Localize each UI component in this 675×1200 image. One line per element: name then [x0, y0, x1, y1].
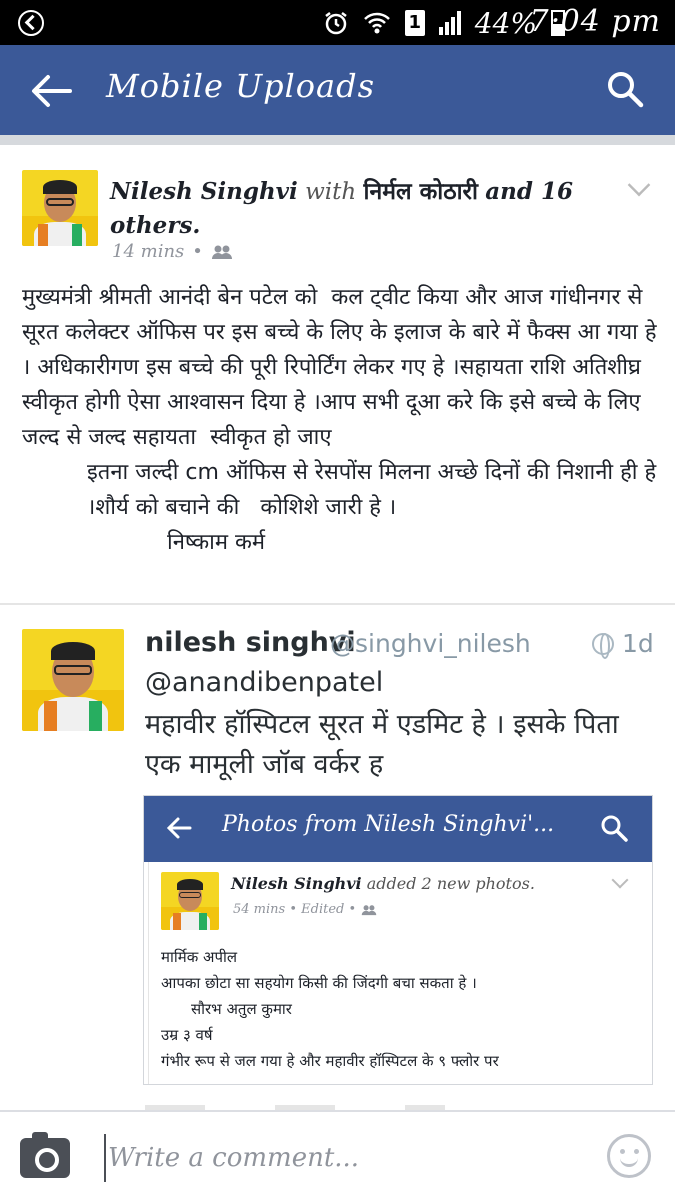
nested-action: added 2 new photos.	[366, 874, 535, 893]
tweet-avatar	[22, 629, 124, 731]
nested-post: Nilesh Singhvi added 2 new photos. 54 mi…	[148, 862, 648, 1084]
nested-screenshot: Photos from Nilesh Singhvi'... Nilesh Si…	[143, 795, 653, 1085]
nested-author: Nilesh Singhvi	[231, 874, 362, 893]
post-author[interactable]: Nilesh Singhvi	[110, 178, 298, 205]
tweet-age: 1d	[622, 629, 654, 658]
status-bar: 1 44% 7:04 pm	[0, 0, 675, 45]
friends-icon	[361, 904, 377, 915]
chevron-down-icon[interactable]	[627, 173, 651, 197]
nested-line: मार्मिक अपील	[161, 948, 238, 966]
feed-separator	[0, 135, 675, 145]
tweet-text: महावीर हॉस्पिटल सूरत में एडमिट हे । इसके…	[145, 709, 619, 780]
nested-meta: 54 mins • Edited •	[233, 902, 377, 917]
page-title: Mobile Uploads	[106, 67, 376, 105]
nested-line: आपका छोटा सा सहयोग किसी की जिंदगी बचा सक…	[161, 974, 477, 992]
text-cursor	[104, 1134, 106, 1182]
comment-input[interactable]	[108, 1136, 578, 1180]
nested-meta-text: 54 mins • Edited •	[233, 902, 357, 917]
tweet-author-name: nilesh singhvi	[145, 627, 356, 658]
status-time: 7:04 pm	[529, 4, 661, 39]
post-time[interactable]: 14 mins	[112, 241, 184, 262]
sim-icon: 1	[404, 10, 425, 36]
emoji-icon[interactable]	[607, 1134, 651, 1178]
battery-percent: 44%	[474, 6, 537, 40]
tweet-handle: @singhvi_nilesh	[330, 629, 531, 658]
comment-bar	[0, 1110, 675, 1200]
nested-app-bar: Photos from Nilesh Singhvi'...	[144, 796, 652, 862]
wifi-icon	[363, 12, 390, 34]
tweet-mention: @anandibenpatel	[145, 667, 384, 698]
friends-icon	[211, 245, 232, 259]
nested-line: उम्र ३ वर्ष	[161, 1026, 213, 1044]
nested-header: Nilesh Singhvi added 2 new photos.	[231, 874, 535, 893]
back-arrow-icon	[166, 817, 192, 839]
meta-dot: •	[192, 241, 203, 262]
sync-icon	[18, 10, 44, 36]
post-paragraph-2: इतना जल्दी cm ऑफिस से रेसपोंस मिलना अच्छ…	[87, 460, 664, 520]
alarm-icon	[325, 12, 347, 35]
nested-title: Photos from Nilesh Singhvi'...	[222, 812, 555, 837]
post-body: मुख्यमंत्री श्रीमती आनंदी बेन पटेल को कल…	[22, 280, 657, 560]
post-paragraph-3: निष्काम कर्म	[167, 530, 266, 555]
post-header: Nilesh Singhvi with निर्मल कोठारी and 16…	[110, 175, 590, 243]
app-header: Mobile Uploads	[0, 45, 675, 135]
nested-line: सौरभ अतुल कुमार	[191, 1000, 292, 1018]
divider	[0, 603, 675, 605]
globe-icon	[592, 633, 614, 659]
post-card: Nilesh Singhvi with निर्मल कोठारी and 16…	[0, 145, 675, 1111]
nested-line: गंभीर रूप से जल गया हे और महावीर हॉस्पिट…	[161, 1052, 499, 1070]
search-icon	[601, 815, 628, 842]
search-icon[interactable]	[605, 69, 645, 109]
post-meta: 14 mins •	[112, 241, 233, 262]
camera-icon[interactable]	[20, 1132, 70, 1178]
signal-icon	[438, 11, 461, 35]
back-arrow-icon[interactable]	[30, 73, 74, 109]
with-label: with	[305, 179, 357, 205]
tagged-person[interactable]: निर्मल कोठारी	[364, 179, 478, 205]
chevron-down-icon	[611, 871, 629, 889]
nested-body: मार्मिक अपील आपका छोटा सा सहयोग किसी की …	[161, 944, 641, 1074]
nested-avatar	[161, 872, 219, 930]
post-paragraph-1: मुख्यमंत्री श्रीमती आनंदी बेन पटेल को कल…	[22, 285, 664, 450]
author-avatar[interactable]	[22, 170, 98, 246]
